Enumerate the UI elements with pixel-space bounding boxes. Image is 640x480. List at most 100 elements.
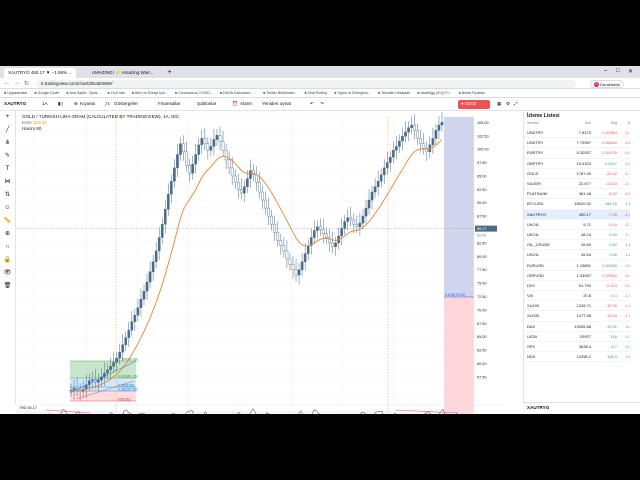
bookmark-item[interactable]: ■Uygulamalar <box>4 91 27 95</box>
candle-body <box>142 290 146 300</box>
forward-icon[interactable]: → <box>14 80 20 86</box>
reload-icon[interactable]: ↻ <box>24 80 29 87</box>
close-icon[interactable]: ✕ <box>628 68 633 75</box>
col-change[interactable]: Değ <box>591 121 617 128</box>
ruler-icon[interactable]: 📏 <box>0 215 15 228</box>
eye-icon[interactable]: 👁 <box>0 267 15 280</box>
bookmark-item[interactable]: ■vikal4Igg (ICO) Fr... <box>417 91 451 95</box>
position-target-zone[interactable] <box>444 117 474 297</box>
bookmark-item[interactable]: ■Altın ve Dünya İçin... <box>132 91 168 95</box>
url-text: tr.tradingview.com/chart/ZEab0WW/ <box>41 80 113 86</box>
candle-body <box>422 143 426 149</box>
watchlist-row[interactable]: SPX3638.48.70.24% <box>524 342 640 353</box>
watchlist-row[interactable]: USOIL45.540.561.24% <box>524 250 640 261</box>
candle-body <box>200 138 204 146</box>
watchlist-row[interactable]: GBPUSD1.33097-0.00502-0.38% <box>524 271 640 281</box>
alert-button[interactable]: Alarm <box>240 101 252 106</box>
compare-button[interactable]: Kıyasla <box>80 101 95 106</box>
bookmark-item[interactable]: ■Twitter Bildirimleri... <box>263 91 297 95</box>
zoom-icon[interactable]: ⊕ <box>0 228 15 241</box>
watchlist-row[interactable]: DXY91.790-0.204-0.22% <box>524 281 640 291</box>
magnet-icon[interactable]: ∩ <box>0 241 15 254</box>
watchlist-row[interactable]: DAX13335.6849.310.37% <box>524 322 640 332</box>
bookmark-icon: ■ <box>304 91 307 95</box>
crosshair-icon[interactable]: + <box>0 111 15 124</box>
watchlist-row[interactable]: VIX20.8-0.4-1.93% <box>524 291 640 302</box>
watchlist-title[interactable]: İzleme Listesi <box>524 111 640 121</box>
watchlist-row[interactable]: UKOIL48.240.541.13% <box>524 230 640 241</box>
watchlist-row[interactable]: US30299271160.39% <box>524 332 640 342</box>
price-axis[interactable] <box>474 111 504 414</box>
templates-button[interactable]: Şablonlar <box>197 101 216 106</box>
fib-level-label: 0.382(57.50) <box>118 388 138 392</box>
watchlist-row[interactable]: XAUTRYG450.17-7.28-1.59% <box>524 209 640 220</box>
prediction-icon[interactable]: ⇅ <box>0 189 15 202</box>
bookmark-item[interactable]: ■Ana Sayfa - Spek... <box>66 91 100 95</box>
maximize-icon[interactable]: □ <box>616 68 620 74</box>
bookmark-item[interactable]: ■Google Çeviri <box>34 91 59 95</box>
bookmark-item[interactable]: ■Borsa Fiyatları <box>459 91 485 95</box>
redo-icon[interactable]: ↷ <box>320 101 324 107</box>
text-icon[interactable]: T <box>0 163 15 176</box>
pitchfork-icon[interactable]: ⋔ <box>0 137 15 150</box>
candle-body <box>370 191 374 201</box>
watchlist-row[interactable]: EURTRY9.32537-0.04076-0.43% <box>524 148 640 159</box>
watchlist-footer-symbol[interactable]: XAUTRYG <box>523 402 640 412</box>
undo-icon[interactable]: ↶ <box>310 101 314 107</box>
tab-tradingview[interactable]: XAUTRYG 450.17 ▼ −1.58% ... <box>4 68 76 78</box>
trash-icon[interactable]: 🗑 <box>0 280 15 293</box>
watchlist-row[interactable]: SILVER22.677-0.633-2.71% <box>524 179 640 190</box>
back-icon[interactable]: ← <box>4 80 10 86</box>
bookmark-item[interactable]: ■Types of Divergenc... <box>334 91 371 95</box>
candle-body <box>270 215 274 225</box>
interval-button[interactable]: 1A <box>42 101 48 106</box>
col-symbol[interactable]: Sembol <box>527 121 569 128</box>
watchlist-row[interactable]: GBPTRY10.43230.05470.22% <box>524 159 640 169</box>
col-last[interactable]: Son <box>569 121 591 128</box>
price-chart[interactable]: 3.618(79.00)0.764(64.96)0.618(61.26)0.5(… <box>16 111 504 414</box>
bookmark-item[interactable]: ■YouTube <box>107 91 124 95</box>
url-input[interactable]: tr.tradingview.com/chart/ZEab0WW/ <box>36 79 576 88</box>
fullscreen-icon[interactable]: ⤢ <box>514 101 518 106</box>
minimize-icon[interactable]: – <box>604 68 607 74</box>
bookmark-item[interactable]: ■Zirat Portföy <box>304 91 327 95</box>
bookmark-item[interactable]: ■DAHA Calculator - ... <box>220 91 256 95</box>
new-tab-button[interactable]: + <box>165 68 174 77</box>
layout-icon[interactable]: ▦ <box>497 101 501 107</box>
tab-video[interactable]: AMAZING! ⚡ Amazing Warr... <box>88 68 163 78</box>
indicators-button[interactable]: Göstergeler <box>114 101 138 106</box>
last-cell: 1.19651 <box>576 262 591 268</box>
pattern-icon[interactable]: ⋈ <box>0 176 15 189</box>
watchlist-row[interactable]: UKOIL5.71-0.19-3.16% <box>524 220 640 230</box>
watchlist-row[interactable]: BTCUSD18020.92288.161.62% <box>524 199 640 210</box>
symbol-search-button[interactable]: XAUTRYG <box>4 101 26 106</box>
financials-button[interactable]: Finansallar <box>158 101 180 106</box>
watchlist-row[interactable]: NDX12258.2106.00.87% <box>524 352 640 363</box>
bookmark-item[interactable]: ■Coronavirus COVID... <box>175 91 213 95</box>
watchlist-row[interactable]: XU1001228.71-15.76-1.26% <box>524 301 640 312</box>
volume-label: Hacim 80 <box>22 126 42 131</box>
watchlist-row[interactable]: GOLD1787.50-20.02-1.14% <box>524 169 640 179</box>
lock-icon[interactable]: 🔒 <box>0 254 15 267</box>
watchlist-row[interactable]: EURUSD1.196510.000580.05% <box>524 260 640 271</box>
last-cell: 1228.71 <box>576 303 591 309</box>
watchlist-row[interactable]: XU0301477.58-15.64-1.05% <box>524 311 640 322</box>
chart-area[interactable]: 3.618(79.00) 0.764(64.96) 0.618(61.26) 0.5(… <box>16 111 504 414</box>
position-stop-zone[interactable] <box>444 297 474 414</box>
candle-body <box>136 307 140 316</box>
replay-button[interactable]: Yeniden oynat <box>262 101 291 106</box>
candle-type-icon[interactable]: ▮▯ <box>58 101 63 107</box>
avatar: D <box>594 81 599 87</box>
recording-indicator[interactable]: ● 03:02 <box>458 100 490 109</box>
watchlist-row[interactable]: OIL_CRUDE45.690.821.83% <box>524 240 640 251</box>
brush-icon[interactable]: ✎ <box>0 150 15 163</box>
candle-body <box>343 221 346 229</box>
watchlist-row[interactable]: USDTRY7.8170-0.03364-0.43% <box>524 128 640 139</box>
watchlist-row[interactable]: USDTRY7.79957-0.06645-0.84% <box>524 138 640 149</box>
bookmark-item[interactable]: ■Teknikik Hesaplari <box>378 91 410 95</box>
settings-icon[interactable]: ⚙ <box>506 101 510 107</box>
profile-button[interactable]: D Duraklatıldı <box>590 79 625 88</box>
watchlist-row[interactable]: PLATINUM961.48-5.22-0.54% <box>524 189 640 200</box>
shapes-icon[interactable]: ☺ <box>0 202 15 215</box>
trendline-icon[interactable]: ╱ <box>0 124 15 137</box>
